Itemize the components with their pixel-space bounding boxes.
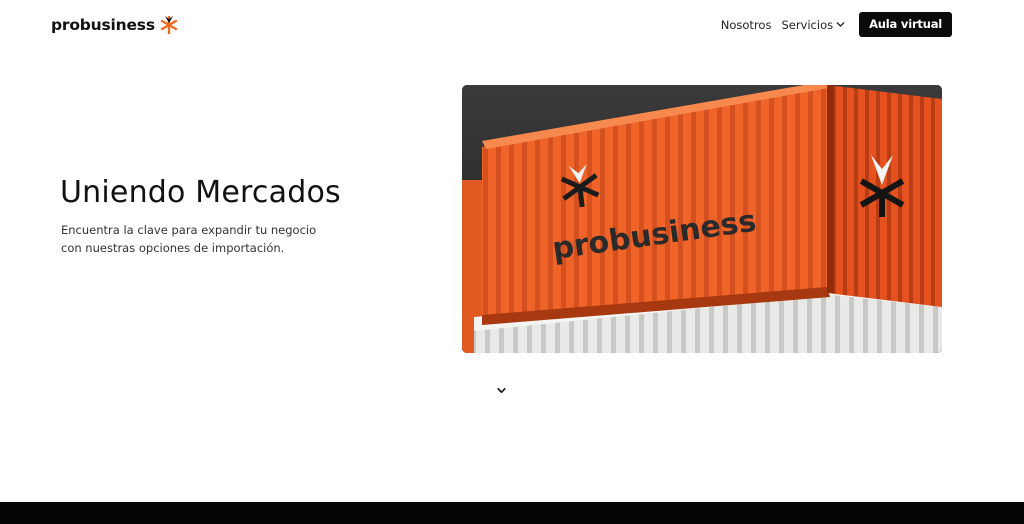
asterisk-star-icon [160, 16, 178, 34]
hero-container-image: probusiness [462, 85, 942, 353]
hero-title: Uniendo Mercados [60, 175, 341, 210]
nav-dropdown-servicios[interactable]: Servicios [781, 18, 845, 32]
main-nav: Nosotros Servicios Aula virtual [721, 12, 952, 37]
brand-logo[interactable]: probusiness [51, 13, 179, 37]
nav-dropdown-label: Servicios [781, 17, 834, 32]
nav-link-nosotros[interactable]: Nosotros [721, 18, 772, 32]
chevron-down-icon [836, 22, 845, 27]
chevron-down-icon[interactable] [496, 385, 507, 396]
brand-name: probusiness [51, 16, 155, 34]
hero-subtitle: Encuentra la clave para expandir tu nego… [61, 223, 317, 255]
aula-virtual-button[interactable]: Aula virtual [859, 12, 952, 37]
footer-strip [0, 502, 1024, 524]
site-header: probusiness Nosotros Servicios Aula virt… [0, 0, 1024, 50]
container-illustration: probusiness [462, 85, 942, 353]
